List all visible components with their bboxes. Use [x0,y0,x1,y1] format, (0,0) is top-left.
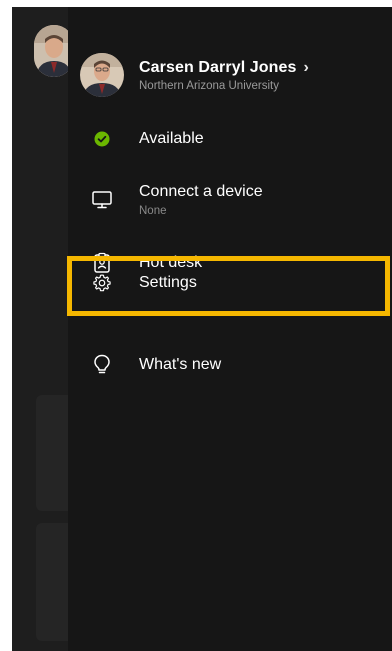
gear-icon [90,271,114,295]
app-screen: Carsen Darryl Jones › Northern Arizona U… [12,7,392,651]
menu-item-connect-device[interactable]: Connect a device None [68,175,392,225]
profile-text: Carsen Darryl Jones › Northern Arizona U… [139,59,309,92]
account-drawer: Carsen Darryl Jones › Northern Arizona U… [68,7,392,651]
chevron-right-icon: › [303,58,309,76]
profile-organization: Northern Arizona University [139,79,279,92]
menu-item-label: Available [139,130,204,147]
menu-item-available[interactable]: Available [68,119,392,159]
connect-device-status: None [139,205,167,217]
menu-item-label: Connect a device [139,183,263,200]
background-app [12,7,76,651]
menu-item-label: What's new [139,356,222,373]
profile-name-row: Carsen Darryl Jones › [139,59,309,77]
menu-item-settings[interactable]: Settings [68,263,392,303]
menu-item-label: Settings [139,274,197,291]
connect-device-text: Connect a device None [139,183,263,217]
profile-photo-icon [80,53,124,97]
avatar [80,53,124,97]
check-circle-icon [90,127,114,151]
monitor-icon [90,188,114,212]
profile-header[interactable]: Carsen Darryl Jones › Northern Arizona U… [80,49,382,101]
lightbulb-icon [90,353,114,377]
menu-item-whats-new[interactable]: What's new [68,345,392,385]
profile-name: Carsen Darryl Jones [139,58,297,76]
